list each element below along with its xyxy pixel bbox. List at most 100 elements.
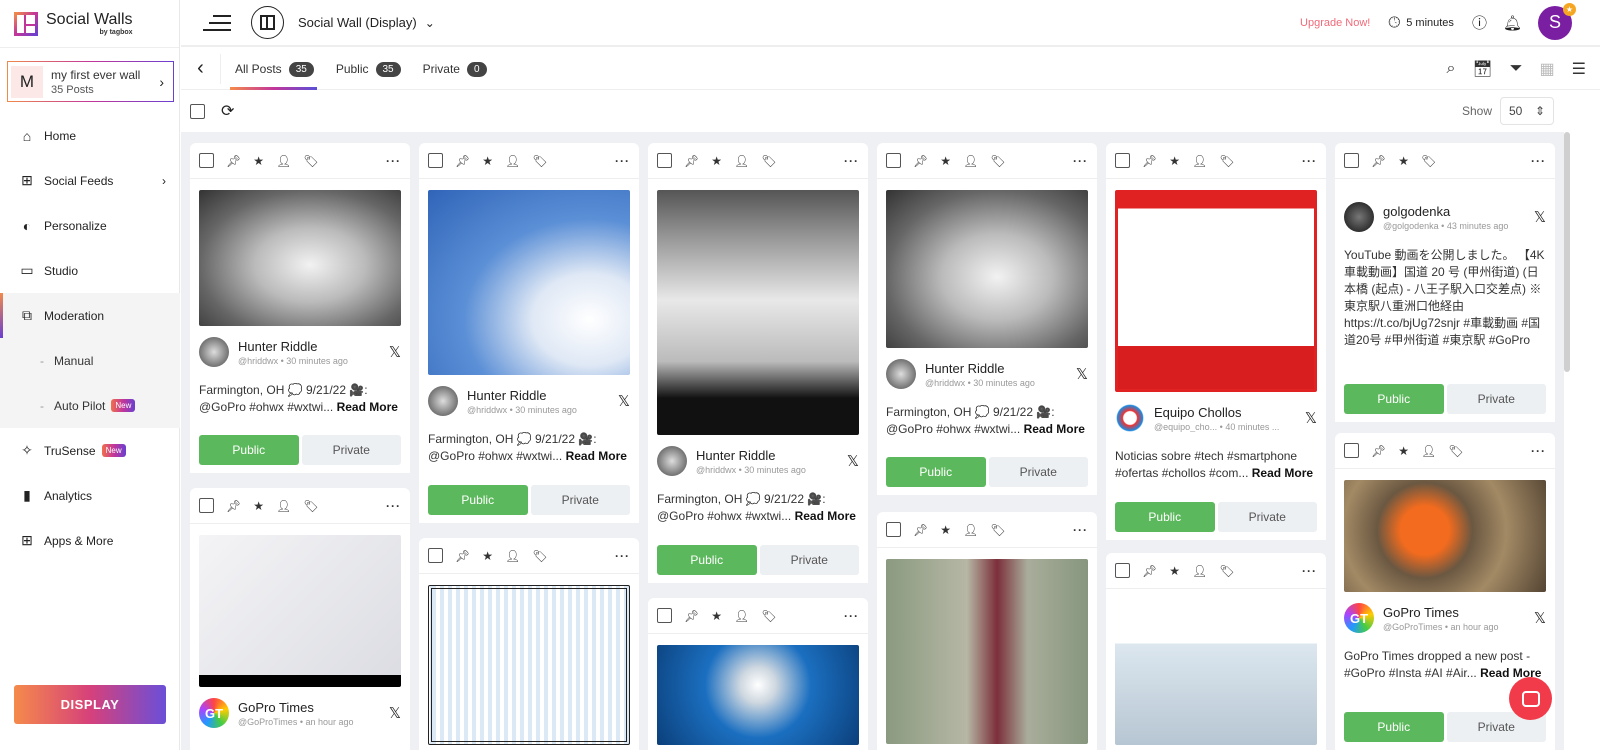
star-icon[interactable]: ★ — [1398, 154, 1409, 168]
select-checkbox[interactable] — [1115, 563, 1130, 578]
read-more-link[interactable]: Read More — [566, 449, 627, 463]
wall-selector[interactable]: M my first ever wall 35 Posts › — [7, 61, 174, 102]
select-checkbox[interactable] — [428, 153, 443, 168]
user-shield-icon[interactable]: 👤︎ — [505, 549, 520, 563]
private-button[interactable]: Private — [759, 545, 859, 575]
pin-icon[interactable]: 📌︎ — [1371, 154, 1386, 168]
tag-icon[interactable]: 🏷︎ — [303, 499, 318, 513]
public-button[interactable]: Public — [199, 435, 299, 465]
pin-icon[interactable]: 📌︎ — [684, 609, 699, 623]
more-icon[interactable]: ··· — [844, 154, 859, 168]
star-icon[interactable]: ★ — [253, 499, 264, 513]
wall-title[interactable]: Social Wall (Display) — [298, 15, 417, 30]
select-checkbox[interactable] — [428, 548, 443, 563]
public-button[interactable]: Public — [1344, 712, 1444, 742]
tag-icon[interactable]: 🏷︎ — [1219, 564, 1234, 578]
post-image[interactable] — [1115, 600, 1317, 745]
pin-icon[interactable]: 📌︎ — [1142, 154, 1157, 168]
read-more-link[interactable]: Read More — [1024, 422, 1085, 436]
tag-icon[interactable]: 🏷︎ — [761, 609, 776, 623]
select-checkbox[interactable] — [1344, 153, 1359, 168]
user-shield-icon[interactable]: 👤︎ — [734, 154, 749, 168]
grid-view-icon[interactable]: ▦ — [1540, 59, 1555, 79]
chat-button[interactable] — [1509, 677, 1552, 720]
public-button[interactable]: Public — [886, 457, 986, 487]
read-more-link[interactable]: Read More — [795, 509, 856, 523]
user-avatar[interactable]: S ★ — [1538, 2, 1576, 40]
private-button[interactable]: Private — [301, 435, 401, 465]
more-icon[interactable]: ··· — [1302, 154, 1317, 168]
user-shield-icon[interactable]: 👤︎ — [963, 154, 978, 168]
tag-icon[interactable]: 🏷︎ — [1219, 154, 1234, 168]
chevron-down-icon[interactable]: ⌄ — [425, 16, 435, 30]
more-icon[interactable]: ··· — [844, 609, 859, 623]
more-icon[interactable]: ··· — [615, 549, 630, 563]
pin-icon[interactable]: 📌︎ — [226, 154, 241, 168]
tab-public[interactable]: Public 35 — [336, 49, 401, 90]
read-more-link[interactable]: Read More — [337, 400, 398, 414]
sidebar-subitem[interactable]: - Manual — [0, 338, 180, 383]
pin-icon[interactable]: 📌︎ — [226, 499, 241, 513]
tag-icon[interactable]: 🏷︎ — [1448, 444, 1463, 458]
more-icon[interactable]: ··· — [1073, 523, 1088, 537]
private-button[interactable]: Private — [988, 457, 1088, 487]
star-icon[interactable]: ★ — [1169, 154, 1180, 168]
public-button[interactable]: Public — [1115, 502, 1215, 532]
star-icon[interactable]: ★ — [482, 549, 493, 563]
select-checkbox[interactable] — [657, 608, 672, 623]
help-icon[interactable]: ⓘ — [1472, 12, 1487, 33]
pin-icon[interactable]: 📌︎ — [1142, 564, 1157, 578]
star-icon[interactable]: ★ — [940, 523, 951, 537]
sidebar-item-personalize[interactable]: ◐ Personalize — [0, 203, 180, 248]
sidebar-subitem[interactable]: - Auto Pilot New — [0, 383, 180, 428]
post-image[interactable] — [428, 190, 630, 375]
pin-icon[interactable]: 📌︎ — [913, 154, 928, 168]
sidebar-item-home[interactable]: ⌂ Home — [0, 113, 180, 158]
user-shield-icon[interactable]: 👤︎ — [276, 499, 291, 513]
select-checkbox[interactable] — [886, 153, 901, 168]
menu-icon[interactable] — [203, 10, 231, 36]
logo[interactable]: Social Walls by tagbox — [0, 0, 179, 48]
post-image[interactable] — [428, 585, 630, 745]
more-icon[interactable]: ··· — [1531, 444, 1546, 458]
page-size-select[interactable]: 50 ⇕ — [1500, 97, 1554, 125]
post-image[interactable] — [199, 535, 401, 687]
user-shield-icon[interactable]: 👤︎ — [1192, 154, 1207, 168]
sidebar-item-social-feeds[interactable]: ⊞ Social Feeds › — [0, 158, 180, 203]
pin-icon[interactable]: 📌︎ — [684, 154, 699, 168]
private-button[interactable]: Private — [1446, 384, 1546, 414]
post-image[interactable] — [886, 190, 1088, 348]
calendar-icon[interactable]: 📅︎ — [1472, 59, 1492, 79]
star-icon[interactable]: ★ — [482, 154, 493, 168]
list-view-icon[interactable]: ☰ — [1572, 59, 1586, 79]
post-image[interactable] — [886, 559, 1088, 744]
select-checkbox[interactable] — [886, 522, 901, 537]
sidebar-item-analytics[interactable]: ▮ Analytics — [0, 473, 180, 518]
pin-icon[interactable]: 📌︎ — [455, 549, 470, 563]
private-button[interactable]: Private — [530, 485, 630, 515]
select-checkbox[interactable] — [1115, 153, 1130, 168]
public-button[interactable]: Public — [428, 485, 528, 515]
pin-icon[interactable]: 📌︎ — [1371, 444, 1386, 458]
scrollbar[interactable] — [1564, 132, 1600, 750]
user-shield-icon[interactable]: 👤︎ — [1192, 564, 1207, 578]
post-image[interactable] — [1115, 190, 1317, 392]
post-image[interactable] — [657, 190, 859, 435]
search-icon[interactable]: ⌕ — [1446, 60, 1455, 78]
sidebar-item-studio[interactable]: ▭ Studio — [0, 248, 180, 293]
refresh-icon[interactable]: ⟳ — [221, 101, 234, 121]
post-image[interactable] — [657, 645, 859, 745]
public-button[interactable]: Public — [657, 545, 757, 575]
post-image[interactable] — [1344, 480, 1546, 592]
read-more-link[interactable]: Read More — [1252, 466, 1313, 480]
star-icon[interactable]: ★ — [1398, 444, 1409, 458]
more-icon[interactable]: ··· — [615, 154, 630, 168]
star-icon[interactable]: ★ — [711, 609, 722, 623]
tag-icon[interactable]: 🏷︎ — [761, 154, 776, 168]
more-icon[interactable]: ··· — [1531, 154, 1546, 168]
pin-icon[interactable]: 📌︎ — [455, 154, 470, 168]
star-icon[interactable]: ★ — [253, 154, 264, 168]
sidebar-item-apps-more[interactable]: ⊞ Apps & More — [0, 518, 180, 563]
tab-all-posts[interactable]: All Posts 35 — [230, 49, 317, 90]
star-icon[interactable]: ★ — [1169, 564, 1180, 578]
